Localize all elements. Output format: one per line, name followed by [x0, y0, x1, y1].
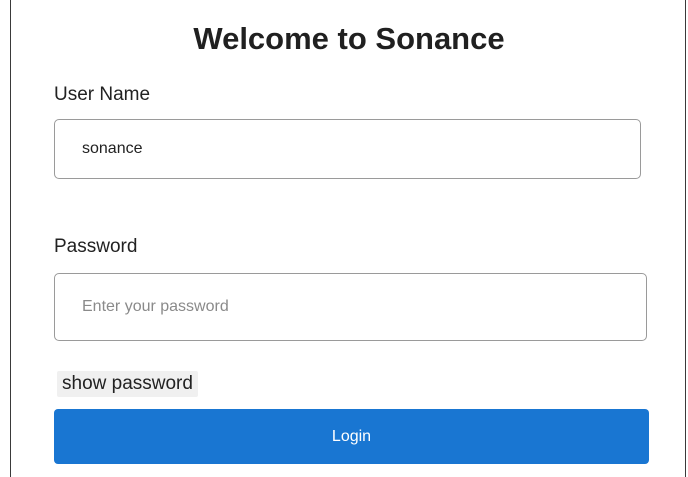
login-button[interactable]: Login [54, 409, 649, 464]
username-label: User Name [54, 84, 151, 105]
password-input[interactable] [54, 273, 647, 341]
page-title: Welcome to Sonance [193, 21, 505, 56]
username-input[interactable] [54, 119, 641, 179]
login-panel: Welcome to Sonance User Name Password sh… [10, 0, 686, 477]
show-password-button[interactable]: show password [57, 371, 198, 397]
password-label: Password [54, 236, 138, 257]
